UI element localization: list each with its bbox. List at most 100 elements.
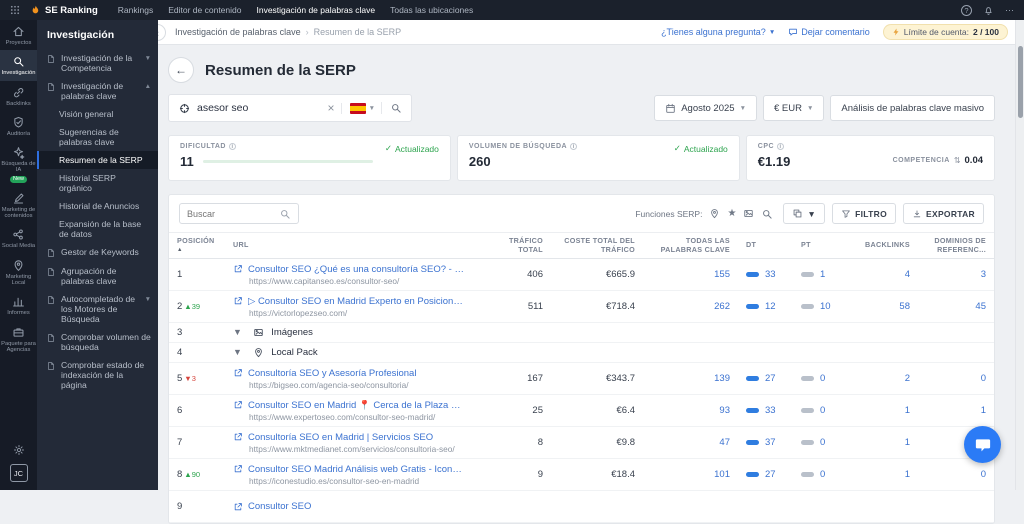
column-header-pt[interactable]: PT xyxy=(793,231,848,260)
back-button[interactable]: ← xyxy=(168,57,194,83)
sidebar-item-comprobar-volumen-de-busqueda[interactable]: Comprobar volumen de búsqueda xyxy=(37,328,158,356)
sidebar-item-sugerencias-de-palabras-clave[interactable]: Sugerencias de palabras clave xyxy=(37,123,158,151)
info-icon[interactable]: i xyxy=(228,143,236,150)
breadcrumb-parent[interactable]: Investigación de palabras clave xyxy=(175,27,301,37)
column-header-posicion[interactable]: POSICIÓN ▲ xyxy=(169,231,225,260)
topbar-menu-editor-de-contenido[interactable]: Editor de contenido xyxy=(168,5,241,15)
dt-cell[interactable]: 33 xyxy=(738,394,793,428)
open-link-icon[interactable] xyxy=(233,296,243,306)
keywords-cell[interactable] xyxy=(643,490,738,524)
pt-cell[interactable]: 1 xyxy=(793,258,848,292)
result-title-link[interactable]: Consultor SEO Madrid Análisis web Gratis… xyxy=(248,464,467,475)
rail-item-busqueda-de-ia[interactable]: Búsqueda de IA New xyxy=(0,141,37,187)
keywords-cell[interactable]: 93 xyxy=(643,394,738,428)
ref-domains-cell[interactable]: 0 xyxy=(918,458,994,492)
currency-selector[interactable]: € EUR ▼ xyxy=(763,95,825,121)
rail-item-investigacion[interactable]: Investigación xyxy=(0,50,37,81)
ref-domains-cell[interactable]: 0 xyxy=(918,362,994,396)
sidebar-item-comprobar-estado-de-indexacion-de-la-pagina[interactable]: Comprobar estado de indexación de la pág… xyxy=(37,356,158,394)
column-header-todas-las-palabras-clave[interactable]: TODAS LAS PALABRAS CLAVE xyxy=(643,231,738,260)
sidebar-item-historial-serp-organico[interactable]: Historial SERP orgánico xyxy=(37,169,158,197)
help-icon[interactable]: ? xyxy=(961,4,972,16)
keywords-cell[interactable]: 155 xyxy=(643,258,738,292)
keywords-cell[interactable]: 139 xyxy=(643,362,738,396)
dt-cell[interactable] xyxy=(738,490,793,524)
ref-domains-cell[interactable] xyxy=(918,490,994,524)
clear-input-icon[interactable]: × xyxy=(328,102,335,114)
settings-gear-icon[interactable] xyxy=(13,444,25,456)
sidebar-item-autocompletado-de-los-motores-de-busqueda[interactable]: Autocompletado de los Motores de Búsqued… xyxy=(37,290,158,328)
topbar-menu-todas-las-ubicaciones[interactable]: Todas las ubicaciones xyxy=(390,5,473,15)
notifications-bell-icon[interactable] xyxy=(983,5,994,16)
backlinks-cell[interactable]: 1 xyxy=(848,458,918,492)
column-header-trafico-total[interactable]: TRÁFICO TOTAL xyxy=(475,231,551,260)
pt-cell[interactable]: 0 xyxy=(793,458,848,492)
sidebar-item-expansion-de-la-base-de-datos[interactable]: Expansión de la base de datos xyxy=(37,215,158,243)
open-link-icon[interactable] xyxy=(233,464,243,474)
sidebar-item-investigacion-de-la-competencia[interactable]: Investigación de la Competencia ▼ xyxy=(37,49,158,77)
dt-cell[interactable]: 37 xyxy=(738,426,793,460)
dt-cell[interactable]: 33 xyxy=(738,258,793,292)
sidebar-item-agrupacion-de-palabras-clave[interactable]: Agrupación de palabras clave xyxy=(37,262,158,290)
rail-item-paquete-para-agencias[interactable]: Paquete para Agencias xyxy=(0,321,37,358)
keyword-input[interactable] xyxy=(197,102,322,114)
backlinks-cell[interactable]: 58 xyxy=(848,290,918,324)
backlinks-cell[interactable]: 1 xyxy=(848,394,918,428)
ref-domains-cell[interactable]: 3 xyxy=(918,258,994,292)
target-icon[interactable] xyxy=(178,102,191,115)
sidebar-item-historial-de-anuncios[interactable]: Historial de Anuncios xyxy=(37,197,158,215)
ref-domains-cell[interactable]: 45 xyxy=(918,290,994,324)
brand-logo[interactable]: SE Ranking xyxy=(30,5,98,16)
bulk-analysis-button[interactable]: Análisis de palabras clave masivo xyxy=(830,95,995,121)
column-header-dt[interactable]: DT xyxy=(738,231,793,260)
open-link-icon[interactable] xyxy=(233,432,243,442)
rail-item-social-media[interactable]: Social Media xyxy=(0,223,37,253)
column-header-backlinks[interactable]: BACKLINKS xyxy=(848,231,918,260)
vertical-scrollbar[interactable] xyxy=(1015,20,1024,490)
pt-cell[interactable] xyxy=(793,490,848,524)
pt-cell[interactable]: 0 xyxy=(793,362,848,396)
keywords-cell[interactable]: 262 xyxy=(643,290,738,324)
apps-grid-icon[interactable] xyxy=(10,5,20,15)
pt-cell[interactable]: 10 xyxy=(793,290,848,324)
column-header-coste-total-del-trafico[interactable]: COSTE TOTAL DEL TRÁFICO xyxy=(551,231,643,260)
rail-item-marketing-local[interactable]: Marketing Local xyxy=(0,254,37,291)
open-link-icon[interactable] xyxy=(233,368,243,378)
keywords-cell[interactable]: 101 xyxy=(643,458,738,492)
expand-chevron-icon[interactable]: ▼ xyxy=(233,327,242,337)
sidebar-item-resumen-de-la-serp[interactable]: Resumen de la SERP xyxy=(37,151,158,169)
rail-item-auditoria[interactable]: Auditoría xyxy=(0,111,37,141)
expand-chevron-icon[interactable]: ▼ xyxy=(233,347,242,357)
result-title-link[interactable]: Consultoría SEO en Madrid | Servicios SE… xyxy=(248,432,433,443)
questions-dropdown[interactable]: ¿Tienes alguna pregunta? ▼ xyxy=(661,27,775,37)
leave-comment-link[interactable]: Dejar comentario xyxy=(788,27,870,37)
info-icon[interactable]: i xyxy=(570,143,578,150)
result-title-link[interactable]: ▷ Consultor SEO en Madrid Experto en Pos… xyxy=(248,296,467,307)
sidebar-item-gestor-de-keywords[interactable]: Gestor de Keywords xyxy=(37,243,158,262)
dt-cell[interactable]: 27 xyxy=(738,458,793,492)
column-header-dominios-de-referenc[interactable]: DOMINIOS DE REFERENC... xyxy=(918,231,994,260)
rail-item-proyectos[interactable]: Proyectos xyxy=(0,20,37,50)
reviews-star-icon[interactable]: ★ xyxy=(727,208,736,219)
ref-domains-cell[interactable]: 1 xyxy=(918,394,994,428)
topbar-menu-rankings[interactable]: Rankings xyxy=(118,5,153,15)
pt-cell[interactable]: 0 xyxy=(793,426,848,460)
chat-widget-button[interactable] xyxy=(964,426,1001,463)
backlinks-cell[interactable]: 1 xyxy=(848,426,918,460)
backlinks-cell[interactable]: 4 xyxy=(848,258,918,292)
info-icon[interactable]: i xyxy=(777,143,785,150)
column-header-url[interactable]: URL xyxy=(225,231,475,260)
search-submit-icon[interactable] xyxy=(381,102,402,114)
rail-item-informes[interactable]: Informes xyxy=(0,290,37,320)
date-selector[interactable]: Agosto 2025 ▼ xyxy=(654,95,757,121)
result-title-link[interactable]: Consultor SEO xyxy=(248,501,311,512)
country-selector-spain[interactable]: ▼ xyxy=(340,102,375,114)
backlinks-cell[interactable]: 2 xyxy=(848,362,918,396)
open-link-icon[interactable] xyxy=(233,264,243,274)
result-title-link[interactable]: Consultor SEO en Madrid 📍 Cerca de la Pl… xyxy=(248,400,467,411)
rail-item-backlinks[interactable]: Backlinks xyxy=(0,81,37,111)
topbar-menu-investigacion-de-palabras-clave[interactable]: Investigación de palabras clave xyxy=(256,5,375,15)
table-search-input[interactable] xyxy=(187,208,275,219)
scrollbar-thumb[interactable] xyxy=(1018,46,1023,118)
keywords-cell[interactable]: 47 xyxy=(643,426,738,460)
